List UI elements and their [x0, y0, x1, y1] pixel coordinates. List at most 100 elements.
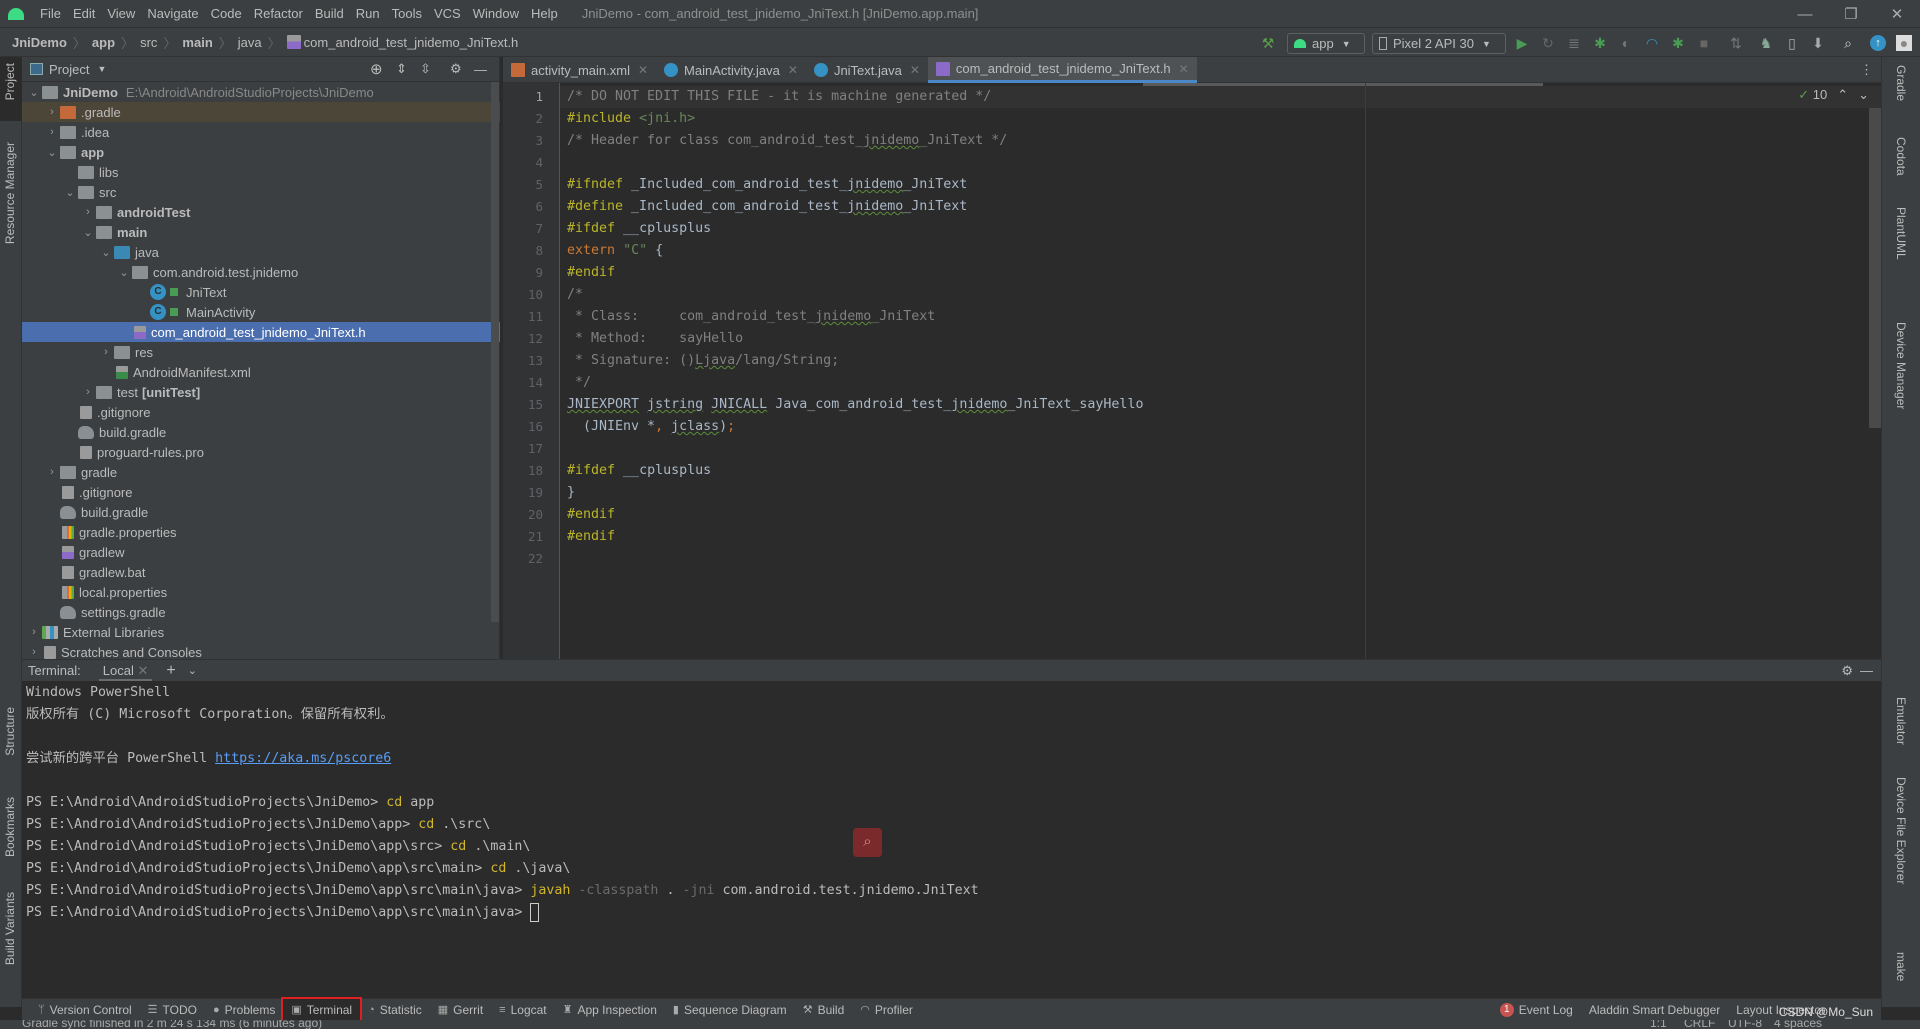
- tree-item[interactable]: gradle.properties: [22, 522, 500, 542]
- tool-tab-version-control[interactable]: ᛘ Version Control: [30, 999, 140, 1021]
- tool-window-device-manager[interactable]: Device Manager: [1894, 322, 1908, 409]
- tree-item[interactable]: C MainActivity: [22, 302, 500, 322]
- coverage-icon[interactable]: ◐: [1618, 35, 1634, 51]
- terminal-link[interactable]: https://aka.ms/pscore6: [215, 751, 391, 766]
- search-overlay-icon[interactable]: ⌕: [853, 828, 882, 857]
- tree-item[interactable]: .gitignore: [22, 402, 500, 422]
- inspection-widget[interactable]: ✓ 10 ⌃ ⌄: [1798, 87, 1869, 103]
- breadcrumb-item[interactable]: java: [238, 35, 262, 50]
- chevron-down-icon[interactable]: ⌄: [98, 246, 114, 259]
- tool-tab-problems[interactable]: ● Problems: [205, 999, 283, 1021]
- apply-changes-icon[interactable]: ↻: [1540, 35, 1556, 51]
- tree-item[interactable]: proguard-rules.pro: [22, 442, 500, 462]
- indent-setting[interactable]: 4 spaces: [1774, 1020, 1822, 1029]
- menu-refactor[interactable]: Refactor: [248, 6, 309, 21]
- tool-window-build-variants[interactable]: Build Variants: [3, 892, 17, 965]
- terminal-tab-local[interactable]: Local ✕: [98, 660, 153, 682]
- chevron-down-icon[interactable]: ▼: [97, 64, 106, 74]
- device-select[interactable]: Pixel 2 API 30 ▼: [1372, 33, 1506, 54]
- close-tab-icon[interactable]: ✕: [788, 63, 798, 77]
- menu-vcs[interactable]: VCS: [428, 6, 467, 21]
- tool-tab-build[interactable]: ⚒ Build: [795, 999, 853, 1021]
- tree-item[interactable]: .gitignore: [22, 482, 500, 502]
- chevron-down-icon[interactable]: ⌄: [188, 664, 197, 677]
- menu-tools[interactable]: Tools: [386, 6, 428, 21]
- run-icon[interactable]: ▶: [1514, 35, 1530, 51]
- menu-view[interactable]: View: [101, 6, 141, 21]
- gear-icon[interactable]: ⚙: [1841, 663, 1853, 679]
- chevron-down-icon[interactable]: ⌄: [26, 86, 42, 99]
- tab-mainactivity-java[interactable]: MainActivity.java ✕: [656, 57, 806, 83]
- minimize-button[interactable]: —: [1782, 0, 1828, 28]
- line-separator[interactable]: CRLF: [1684, 1020, 1715, 1029]
- restore-button[interactable]: ❐: [1828, 0, 1874, 28]
- tool-window-gradle[interactable]: Gradle: [1894, 65, 1908, 101]
- status-message[interactable]: Gradle sync finished in 2 m 24 s 134 ms …: [22, 1020, 322, 1029]
- close-tab-icon[interactable]: ✕: [910, 63, 920, 77]
- tool-tab-statistic[interactable]: ◔ Statistic: [360, 999, 430, 1021]
- tree-item[interactable]: gradlew: [22, 542, 500, 562]
- tool-tab-event-log[interactable]: 1 Event Log: [1492, 999, 1581, 1021]
- device-manager-icon[interactable]: ▯: [1784, 35, 1800, 51]
- tree-item[interactable]: › .gradle: [22, 102, 500, 122]
- chevron-right-icon[interactable]: ›: [44, 126, 60, 138]
- next-highlight-button[interactable]: ⌄: [1858, 87, 1869, 103]
- tool-window-device-file-explorer[interactable]: Device File Explorer: [1894, 777, 1908, 884]
- tool-window-project[interactable]: Project: [3, 63, 17, 100]
- profile-icon[interactable]: ◠: [1644, 35, 1660, 51]
- tree-item[interactable]: AndroidManifest.xml: [22, 362, 500, 382]
- tool-tab-todo[interactable]: ☰ TODO: [140, 999, 205, 1021]
- tool-window-make[interactable]: make: [1894, 952, 1908, 981]
- locate-icon[interactable]: ⊕: [370, 60, 383, 78]
- tab-com-android-test-jnidemo-jnitext-h[interactable]: com_android_test_jnidemo_JniText.h ✕: [927, 57, 1197, 83]
- tree-item[interactable]: ⌄ com.android.test.jnidemo: [22, 262, 500, 282]
- stop-icon[interactable]: ■: [1696, 35, 1712, 51]
- sync-project-icon[interactable]: ⇅: [1728, 35, 1744, 51]
- tool-tab-terminal[interactable]: ▣ Terminal: [281, 996, 363, 1023]
- tree-item[interactable]: ⌄ JniDemo E:\Android\AndroidStudioProjects…: [22, 82, 500, 102]
- tree-item[interactable]: ⌄ src: [22, 182, 500, 202]
- code-editor[interactable]: 1 2 3 4 5 6 7 8 9 10 11 12 13 14 15 16 17 18 19 20 21 22 /* D…: [503, 83, 1881, 659]
- chevron-right-icon[interactable]: ›: [98, 346, 114, 358]
- close-tab-icon[interactable]: ✕: [1179, 62, 1189, 76]
- tree-item[interactable]: ⌄ java: [22, 242, 500, 262]
- chevron-right-icon[interactable]: ›: [80, 386, 96, 398]
- tree-item[interactable]: local.properties: [22, 582, 500, 602]
- apply-code-changes-icon[interactable]: ≣: [1566, 35, 1582, 51]
- tree-item[interactable]: C JniText: [22, 282, 500, 302]
- tool-window-emulator[interactable]: Emulator: [1894, 697, 1908, 745]
- breadcrumb-item[interactable]: src: [140, 35, 157, 50]
- close-tab-icon[interactable]: ✕: [638, 63, 648, 77]
- breadcrumb-item[interactable]: JniDemo: [12, 35, 67, 50]
- tree-item[interactable]: com_android_test_jnidemo_JniText.h: [22, 322, 500, 342]
- tree-item[interactable]: › External Libraries: [22, 622, 500, 642]
- file-encoding[interactable]: UTF-8: [1728, 1020, 1762, 1029]
- tool-window-bookmarks[interactable]: Bookmarks: [3, 797, 17, 857]
- menu-edit[interactable]: Edit: [67, 6, 101, 21]
- chevron-down-icon[interactable]: ⌄: [80, 226, 96, 239]
- debug-icon[interactable]: ✱: [1592, 35, 1608, 51]
- chevron-right-icon[interactable]: ›: [44, 106, 60, 118]
- tree-item[interactable]: settings.gradle: [22, 602, 500, 622]
- tree-item[interactable]: ⌄ app: [22, 142, 500, 162]
- tree-item[interactable]: gradlew.bat: [22, 562, 500, 582]
- menu-build[interactable]: Build: [309, 6, 350, 21]
- chevron-down-icon[interactable]: ⌄: [116, 266, 132, 279]
- menu-navigate[interactable]: Navigate: [141, 6, 204, 21]
- chevron-down-icon[interactable]: ⌄: [62, 186, 78, 199]
- tool-tab-sequence-diagram[interactable]: ▮ Sequence Diagram: [665, 999, 795, 1021]
- collapse-all-icon[interactable]: ⇳: [420, 61, 431, 77]
- tree-item[interactable]: › androidTest: [22, 202, 500, 222]
- tree-item[interactable]: › Scratches and Consoles: [22, 642, 500, 660]
- close-button[interactable]: ✕: [1874, 0, 1920, 28]
- project-view-select[interactable]: Project: [49, 62, 89, 77]
- hide-icon[interactable]: —: [1860, 663, 1873, 678]
- breadcrumb-item[interactable]: com_android_test_jnidemo_JniText.h: [304, 35, 519, 50]
- tool-tab-profiler[interactable]: ◠ Profiler: [852, 999, 921, 1021]
- chevron-right-icon[interactable]: ›: [26, 626, 42, 638]
- hammer-build-icon[interactable]: ⚒: [1260, 35, 1276, 51]
- tool-tab-app-inspection[interactable]: ♜ App Inspection: [555, 999, 665, 1021]
- tool-tab-logcat[interactable]: ≡ Logcat: [491, 999, 554, 1021]
- tree-item[interactable]: build.gradle: [22, 422, 500, 442]
- project-scrollbar[interactable]: [491, 82, 499, 622]
